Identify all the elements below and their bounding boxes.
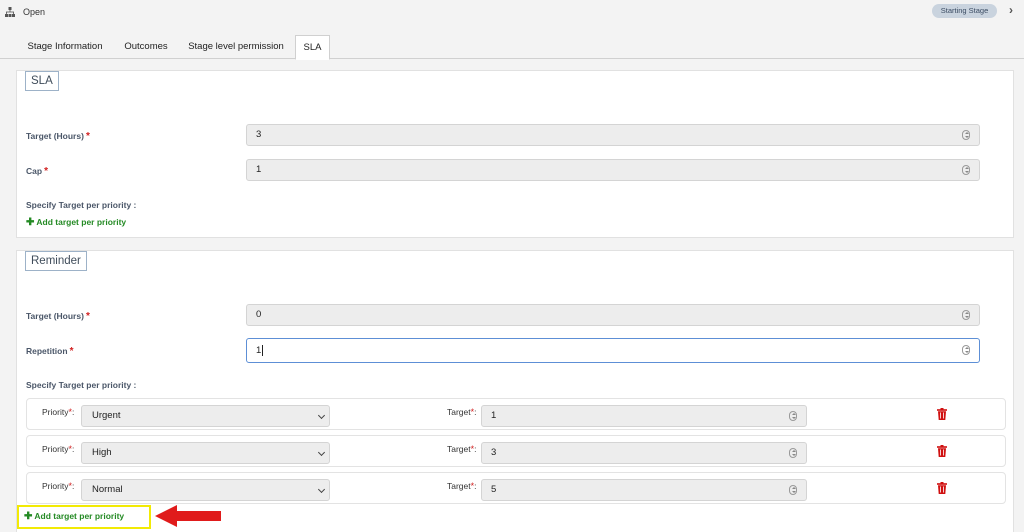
sitemap-icon <box>5 7 15 17</box>
reminder-repetition-label: Repetition * <box>26 346 74 357</box>
spinner-icon[interactable] <box>789 411 797 421</box>
priority-row: Priority*: Urgent Target*: 1 <box>26 398 1006 430</box>
tab-stage-level-permission[interactable]: Stage level permission <box>178 35 294 59</box>
priority-target-input[interactable]: 5 <box>481 479 807 501</box>
priority-select[interactable]: High <box>81 442 330 464</box>
chevron-down-icon <box>317 448 326 457</box>
chevron-down-icon <box>317 485 326 494</box>
sla-specify-label: Specify Target per priority : <box>26 200 137 210</box>
spinner-icon[interactable] <box>962 130 970 140</box>
target-label: Target*: <box>447 481 477 491</box>
arrow-left-icon <box>155 505 221 527</box>
chevron-down-icon <box>317 411 326 420</box>
reminder-specify-label: Specify Target per priority : <box>26 380 137 390</box>
reminder-repetition-input[interactable]: 1 <box>246 338 980 363</box>
tab-sla[interactable]: SLA <box>295 35 330 60</box>
tab-stage-information[interactable]: Stage Information <box>16 35 114 59</box>
tab-bar: Stage Information Outcomes Stage level p… <box>0 35 1024 60</box>
trash-icon[interactable] <box>937 408 947 420</box>
priority-row: Priority*: High Target*: 3 <box>26 435 1006 467</box>
plus-icon: ✚ <box>26 217 35 228</box>
spinner-icon[interactable] <box>962 310 970 320</box>
reminder-legend: Reminder <box>25 251 87 271</box>
priority-label: Priority*: <box>42 444 75 454</box>
sla-cap-input[interactable]: 1 <box>246 159 980 181</box>
status-badge: Starting Stage <box>932 4 997 18</box>
priority-row: Priority*: Normal Target*: 5 <box>26 472 1006 504</box>
reminder-target-label: Target (Hours) * <box>26 311 90 322</box>
priority-label: Priority*: <box>42 481 75 491</box>
sla-target-label: Target (Hours) * <box>26 131 90 142</box>
sla-panel: SLA Target (Hours) * 3 Cap * 1 Specify Tar… <box>16 70 1014 238</box>
sla-target-input[interactable]: 3 <box>246 124 980 146</box>
tab-outcomes[interactable]: Outcomes <box>114 35 178 59</box>
reminder-target-input[interactable]: 0 <box>246 304 980 326</box>
sla-add-target-link[interactable]: ✚ Add target per priority <box>26 217 126 228</box>
stage-header: Open Starting Stage › <box>0 0 1024 26</box>
priority-select[interactable]: Normal <box>81 479 330 501</box>
sla-legend: SLA <box>25 71 59 91</box>
spinner-icon[interactable] <box>962 165 970 175</box>
stage-name: Open <box>23 7 46 17</box>
trash-icon[interactable] <box>937 445 947 457</box>
priority-target-input[interactable]: 3 <box>481 442 807 464</box>
spinner-icon[interactable] <box>789 448 797 458</box>
target-label: Target*: <box>447 444 477 454</box>
sla-cap-label: Cap * <box>26 166 48 177</box>
priority-select[interactable]: Urgent <box>81 405 330 427</box>
priority-target-input[interactable]: 1 <box>481 405 807 427</box>
target-label: Target*: <box>447 407 477 417</box>
spinner-icon[interactable] <box>962 345 970 355</box>
spinner-icon[interactable] <box>789 485 797 495</box>
reminder-panel: Reminder Target (Hours) * 0 Repetition * 1… <box>16 250 1014 532</box>
annotation-highlight-box <box>17 505 151 529</box>
priority-label: Priority*: <box>42 407 75 417</box>
chevron-right-icon[interactable]: › <box>1009 3 1013 17</box>
text-cursor <box>262 344 264 356</box>
trash-icon[interactable] <box>937 482 947 494</box>
